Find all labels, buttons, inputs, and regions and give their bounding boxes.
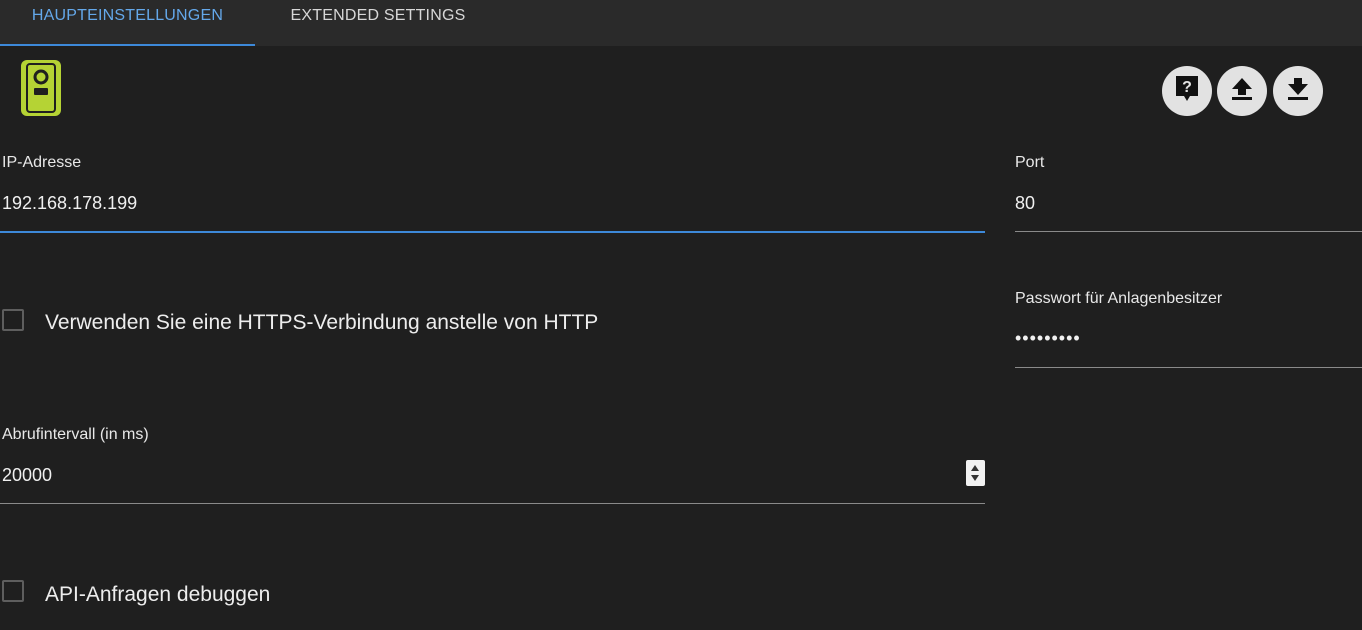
- tab-extended-settings-label: EXTENDED SETTINGS: [290, 7, 466, 24]
- password-input[interactable]: •••••••••: [1015, 328, 1355, 352]
- https-checkbox[interactable]: [2, 309, 24, 331]
- port-label: Port: [1015, 154, 1045, 171]
- port-underline: [1015, 231, 1362, 232]
- interval-stepper[interactable]: [966, 460, 985, 486]
- interval-underline: [0, 503, 985, 504]
- password-underline: [1015, 367, 1362, 368]
- port-input[interactable]: [1015, 191, 1355, 215]
- ip-address-label: IP-Adresse: [2, 154, 82, 171]
- upload-icon: [1230, 76, 1254, 107]
- stepper-down-icon[interactable]: [971, 475, 979, 481]
- help-chat-icon: ?: [1174, 74, 1200, 109]
- interval-input[interactable]: [2, 463, 952, 487]
- tab-bar: HAUPTEINSTELLUNGEN EXTENDED SETTINGS: [0, 0, 1362, 46]
- adapter-logo-icon: [18, 58, 64, 118]
- stepper-up-icon[interactable]: [971, 465, 979, 471]
- interval-label: Abrufintervall (in ms): [2, 426, 149, 443]
- download-button[interactable]: [1273, 66, 1323, 116]
- download-icon: [1286, 76, 1310, 107]
- debug-checkbox-label[interactable]: API-Anfragen debuggen: [45, 583, 270, 607]
- ip-address-underline: [0, 231, 985, 233]
- ip-address-input[interactable]: [2, 191, 982, 215]
- settings-page: HAUPTEINSTELLUNGEN EXTENDED SETTINGS ? I…: [0, 0, 1362, 630]
- svg-text:?: ?: [1182, 79, 1192, 96]
- https-checkbox-label[interactable]: Verwenden Sie eine HTTPS-Verbindung anst…: [45, 311, 598, 335]
- active-tab-indicator: [0, 44, 255, 46]
- tab-main-settings-label: HAUPTEINSTELLUNGEN: [31, 7, 224, 24]
- password-label: Passwort für Anlagenbesitzer: [1015, 290, 1223, 307]
- upload-button[interactable]: [1217, 66, 1267, 116]
- tab-extended-settings[interactable]: EXTENDED SETTINGS: [268, 0, 488, 46]
- tab-main-settings[interactable]: HAUPTEINSTELLUNGEN: [0, 0, 255, 46]
- debug-checkbox[interactable]: [2, 580, 24, 602]
- help-button[interactable]: ?: [1162, 66, 1212, 116]
